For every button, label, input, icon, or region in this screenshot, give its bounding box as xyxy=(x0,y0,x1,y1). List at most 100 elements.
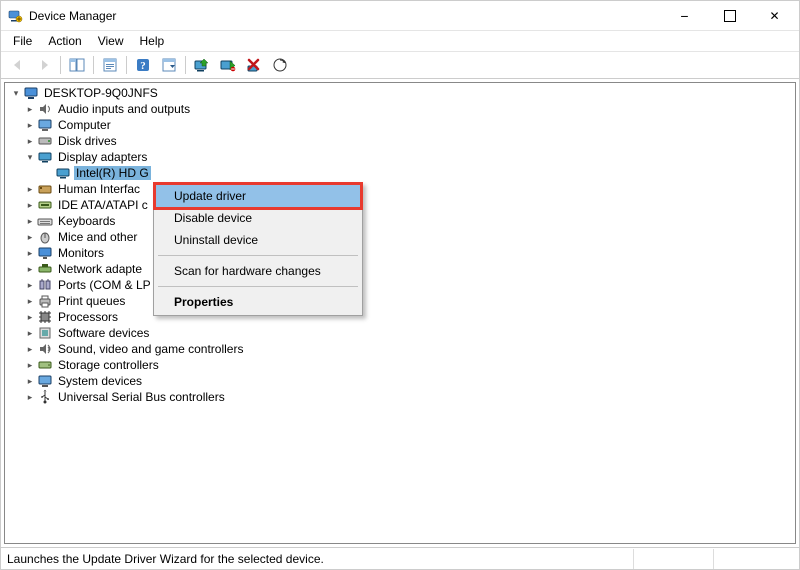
close-button[interactable] xyxy=(752,2,797,30)
tree-node-usb[interactable]: ▸ Universal Serial Bus controllers xyxy=(5,389,795,405)
tree-label: DESKTOP-9Q0JNFS xyxy=(42,86,160,100)
toolbar: ? xyxy=(1,51,799,79)
tree-label: Human Interfac xyxy=(56,182,142,196)
chevron-right-icon[interactable]: ▸ xyxy=(23,134,37,148)
update-driver-toolbar-button[interactable] xyxy=(190,53,214,77)
show-hide-console-button[interactable] xyxy=(65,53,89,77)
software-icon xyxy=(37,325,53,341)
chevron-right-icon[interactable]: ▸ xyxy=(23,118,37,132)
tree-label: Display adapters xyxy=(56,150,149,164)
tree-node-print[interactable]: ▸ Print queues xyxy=(5,293,795,309)
tree-node-ports[interactable]: ▸ Ports (COM & LP xyxy=(5,277,795,293)
ide-icon xyxy=(37,197,53,213)
disk-icon xyxy=(37,133,53,149)
status-pane xyxy=(713,549,793,569)
tree-node-monitors[interactable]: ▸ Monitors xyxy=(5,245,795,261)
chevron-right-icon[interactable]: ▸ xyxy=(23,102,37,116)
context-menu: Update driver Disable device Uninstall d… xyxy=(153,182,363,316)
tree-label: Sound, video and game controllers xyxy=(56,342,245,356)
client-area: ▾ DESKTOP-9Q0JNFS ▸ Audio inputs and out… xyxy=(1,79,799,547)
properties-button[interactable] xyxy=(98,53,122,77)
network-icon xyxy=(37,261,53,277)
minimize-button[interactable] xyxy=(662,2,707,30)
svg-text:?: ? xyxy=(140,60,146,72)
chevron-right-icon[interactable]: ▸ xyxy=(23,310,37,324)
tree-node-audio[interactable]: ▸ Audio inputs and outputs xyxy=(5,101,795,117)
tree-node-computer[interactable]: ▸ Computer xyxy=(5,117,795,133)
tree-node-display[interactable]: ▾ Display adapters xyxy=(5,149,795,165)
maximize-button[interactable] xyxy=(707,2,752,30)
uninstall-device-toolbar-button[interactable] xyxy=(242,53,266,77)
tree-node-ide[interactable]: ▸ IDE ATA/ATAPI c xyxy=(5,197,795,213)
tree-node-software[interactable]: ▸ Software devices xyxy=(5,325,795,341)
chevron-right-icon[interactable]: ▸ xyxy=(23,326,37,340)
audio-icon xyxy=(37,101,53,117)
chevron-right-icon[interactable]: ▸ xyxy=(23,294,37,308)
ctx-label: Update driver xyxy=(174,189,246,203)
status-panes xyxy=(633,549,793,569)
printer-icon xyxy=(37,293,53,309)
ctx-label: Properties xyxy=(174,295,233,309)
ctx-label: Scan for hardware changes xyxy=(174,264,321,278)
mouse-icon xyxy=(37,229,53,245)
tree-node-hid[interactable]: ▸ Human Interfac xyxy=(5,181,795,197)
ctx-properties[interactable]: Properties xyxy=(156,291,360,313)
status-text: Launches the Update Driver Wizard for th… xyxy=(7,552,324,566)
tree-node-mice[interactable]: ▸ Mice and other xyxy=(5,229,795,245)
chevron-right-icon[interactable]: ▸ xyxy=(23,262,37,276)
tree-label: Print queues xyxy=(56,294,127,308)
tree-node-system[interactable]: ▸ System devices xyxy=(5,373,795,389)
display-adapter-icon xyxy=(55,165,71,181)
chevron-right-icon[interactable]: ▸ xyxy=(23,214,37,228)
hid-icon xyxy=(37,181,53,197)
chevron-right-icon[interactable]: ▸ xyxy=(23,182,37,196)
chevron-right-icon[interactable]: ▸ xyxy=(23,374,37,388)
chevron-right-icon[interactable]: ▸ xyxy=(23,198,37,212)
tree-node-disk[interactable]: ▸ Disk drives xyxy=(5,133,795,149)
disable-device-toolbar-button[interactable] xyxy=(216,53,240,77)
tree-node-display-child[interactable]: Intel(R) HD G xyxy=(5,165,795,181)
back-button[interactable] xyxy=(6,53,30,77)
ctx-disable-device[interactable]: Disable device xyxy=(156,207,360,229)
chevron-right-icon[interactable]: ▸ xyxy=(23,246,37,260)
scan-hardware-toolbar-button[interactable] xyxy=(268,53,292,77)
ctx-uninstall-device[interactable]: Uninstall device xyxy=(156,229,360,251)
forward-button[interactable] xyxy=(32,53,56,77)
ctx-update-driver[interactable]: Update driver xyxy=(156,185,360,207)
chevron-right-icon[interactable]: ▸ xyxy=(23,278,37,292)
chevron-right-icon[interactable]: ▸ xyxy=(23,390,37,404)
chevron-right-icon[interactable]: ▸ xyxy=(23,358,37,372)
tree-label: IDE ATA/ATAPI c xyxy=(56,198,150,212)
menu-help[interactable]: Help xyxy=(132,32,173,50)
tree-label: Ports (COM & LP xyxy=(56,278,153,292)
menu-file[interactable]: File xyxy=(5,32,40,50)
tree-label: Network adapte xyxy=(56,262,144,276)
tree-node-network[interactable]: ▸ Network adapte xyxy=(5,261,795,277)
titlebar: Device Manager xyxy=(1,1,799,31)
tree-node-storage[interactable]: ▸ Storage controllers xyxy=(5,357,795,373)
tree-label: Computer xyxy=(56,118,113,132)
ctx-scan-hardware[interactable]: Scan for hardware changes xyxy=(156,260,360,282)
computer-icon xyxy=(23,85,39,101)
window-title: Device Manager xyxy=(29,9,116,23)
chevron-right-icon[interactable]: ▸ xyxy=(23,342,37,356)
device-tree[interactable]: ▾ DESKTOP-9Q0JNFS ▸ Audio inputs and out… xyxy=(4,82,796,544)
chevron-down-icon[interactable]: ▾ xyxy=(23,150,37,164)
toolbar-separator xyxy=(60,56,61,74)
help-button[interactable]: ? xyxy=(131,53,155,77)
chevron-right-icon[interactable]: ▸ xyxy=(23,230,37,244)
menu-action[interactable]: Action xyxy=(40,32,89,50)
tree-label: Intel(R) HD G xyxy=(74,166,151,180)
menu-view[interactable]: View xyxy=(90,32,132,50)
processor-icon xyxy=(37,309,53,325)
tree-node-sound[interactable]: ▸ Sound, video and game controllers xyxy=(5,341,795,357)
tree-node-processors[interactable]: ▸ Processors xyxy=(5,309,795,325)
chevron-down-icon[interactable]: ▾ xyxy=(9,86,23,100)
tree-label: Processors xyxy=(56,310,120,324)
system-icon xyxy=(37,373,53,389)
tree-root[interactable]: ▾ DESKTOP-9Q0JNFS xyxy=(5,85,795,101)
ports-icon xyxy=(37,277,53,293)
tree-node-keyboards[interactable]: ▸ Keyboards xyxy=(5,213,795,229)
ctx-separator xyxy=(158,255,358,256)
action-button[interactable] xyxy=(157,53,181,77)
